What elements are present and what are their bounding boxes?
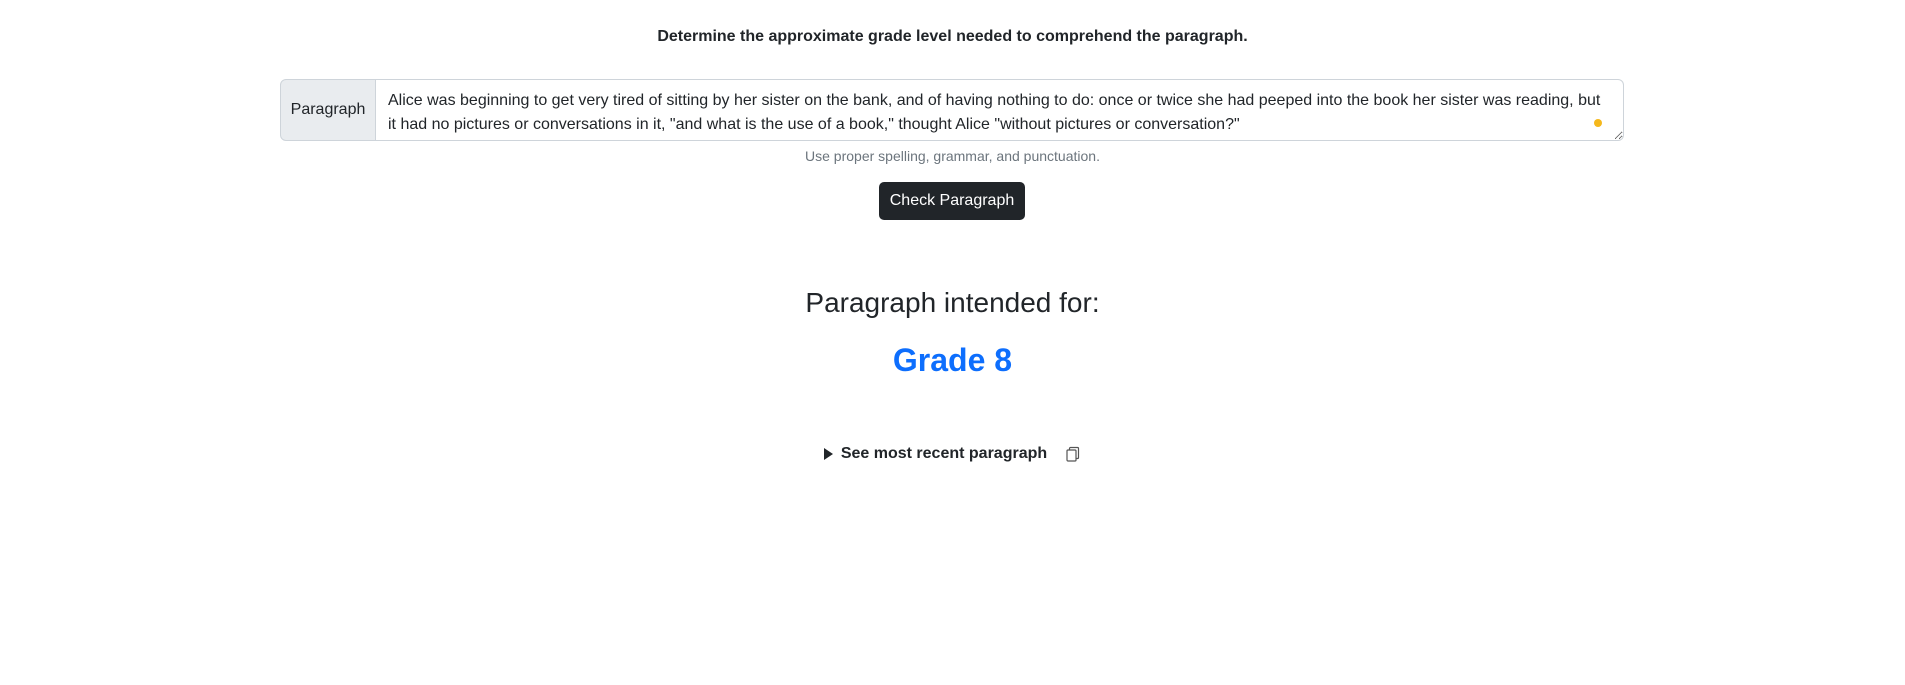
result-heading: Paragraph intended for: bbox=[805, 287, 1100, 318]
triangle-right-icon bbox=[823, 448, 833, 460]
recent-paragraph-label: See most recent paragraph bbox=[840, 445, 1048, 462]
recent-paragraph-toggle[interactable]: See most recent paragraph bbox=[823, 445, 1048, 463]
page: Determine the approximate grade level ne… bbox=[0, 0, 1905, 685]
status-dot-icon bbox=[1594, 119, 1602, 127]
paragraph-label: Paragraph bbox=[280, 79, 376, 141]
paragraph-textarea-wrapper: Alice was beginning to get very tired of… bbox=[376, 79, 1624, 141]
paragraph-textarea[interactable]: Alice was beginning to get very tired of… bbox=[376, 79, 1624, 141]
instruction-text: Determine the approximate grade level ne… bbox=[657, 28, 1248, 45]
result-grade: Grade 8 bbox=[892, 342, 1013, 378]
recent-paragraph-row: See most recent paragraph bbox=[0, 445, 1905, 463]
copy-icon[interactable] bbox=[1065, 446, 1081, 462]
helper-text: Use proper spelling, grammar, and punctu… bbox=[805, 148, 1100, 164]
paragraph-input-group: Paragraph Alice was beginning to get ver… bbox=[280, 79, 1624, 141]
check-paragraph-button[interactable]: Check Paragraph bbox=[879, 182, 1025, 220]
